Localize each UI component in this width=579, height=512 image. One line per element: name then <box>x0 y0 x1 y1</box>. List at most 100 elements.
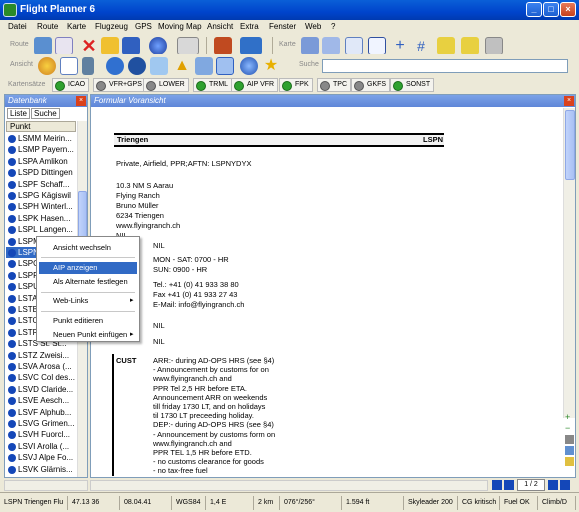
list-item[interactable]: LSVC Col des... <box>6 372 76 383</box>
crosshair-icon[interactable]: + <box>391 37 409 55</box>
print-icon[interactable] <box>177 37 199 55</box>
menu-ansicht[interactable]: Ansicht <box>207 22 233 31</box>
list-item[interactable]: LSVF Alphub... <box>6 407 76 418</box>
chart-chip-gkfs[interactable]: GKFS <box>351 78 391 92</box>
list-item[interactable]: LSVK Glärnis... <box>6 464 76 475</box>
menu-item-punkt-editieren[interactable]: Punkt editieren <box>39 315 137 327</box>
chart-chip-fpk[interactable]: FPK <box>279 78 313 92</box>
list-item[interactable]: LSPL Langen... <box>6 224 76 235</box>
list-item[interactable]: LSPG Kägiswil <box>6 190 76 201</box>
plane-route-icon[interactable] <box>195 57 213 75</box>
list-item[interactable]: LSMP Payern... <box>6 144 76 155</box>
chart-chip-tpc[interactable]: TPC <box>317 78 351 92</box>
list-item[interactable]: LSTZ Zweisi... <box>6 350 76 361</box>
list-item[interactable]: LSPK Hasen... <box>6 213 76 224</box>
export-icon[interactable] <box>214 37 232 55</box>
menu-datei[interactable]: Datei <box>8 22 27 31</box>
tab-liste[interactable]: Liste <box>7 108 30 119</box>
status-point: LSPN Triengen Flu <box>2 496 68 510</box>
form-scrollbar-thumb[interactable] <box>565 110 575 180</box>
web-globe-icon[interactable] <box>240 57 258 75</box>
save-icon[interactable] <box>122 37 140 55</box>
plane-icon[interactable] <box>34 37 52 55</box>
last-page-icon[interactable] <box>560 480 570 490</box>
menu-item-web-links[interactable]: Web-Links <box>39 295 137 307</box>
delete-icon[interactable]: ✕ <box>80 37 98 55</box>
menu-item-aip-anzeigen[interactable]: AIP anzeigen <box>39 262 137 274</box>
warning-icon[interactable]: ▲ <box>173 57 191 75</box>
search-input[interactable] <box>322 59 568 73</box>
sun-icon[interactable] <box>38 57 56 75</box>
chart-chip-lower[interactable]: LOWER <box>143 78 189 92</box>
list-item[interactable]: LSMM Meirin... <box>6 133 76 144</box>
list-item[interactable]: LSVH Fuorcl... <box>6 429 76 440</box>
print-preview-icon[interactable] <box>565 435 574 444</box>
camera-icon[interactable] <box>485 37 503 55</box>
menu-karte[interactable]: Karte <box>67 22 86 31</box>
chart-chip-icao[interactable]: ICAO <box>52 78 90 92</box>
add-waypoint-icon[interactable] <box>437 37 455 55</box>
list-item[interactable]: LSVI Arolla (... <box>6 441 76 452</box>
list-item[interactable]: LSPF Schaff... <box>6 179 76 190</box>
minimize-button[interactable]: _ <box>526 2 542 17</box>
star-icon[interactable]: ★ <box>262 57 280 75</box>
list-item[interactable]: LSVD Claride... <box>6 384 76 395</box>
chart-chip-sonst[interactable]: SONST <box>390 78 435 92</box>
globe-icon[interactable] <box>149 37 167 55</box>
zoom-in-icon[interactable]: + <box>565 413 574 422</box>
table-icon[interactable] <box>60 57 78 75</box>
layout-icon[interactable] <box>240 37 262 55</box>
next-page-icon[interactable] <box>548 480 558 490</box>
list-item[interactable]: LSVE Aesch... <box>6 395 76 406</box>
airfield-icon <box>8 283 16 292</box>
menu-flugzeug[interactable]: Flugzeug <box>95 22 128 31</box>
open-folder-icon[interactable] <box>101 37 119 55</box>
menu-fenster[interactable]: Fenster <box>269 22 296 31</box>
maximize-button[interactable]: □ <box>543 2 559 17</box>
route-list-icon[interactable] <box>55 37 73 55</box>
zoom-icon[interactable] <box>322 37 340 55</box>
first-page-icon[interactable] <box>492 480 502 490</box>
form-hscrollbar[interactable] <box>90 480 488 491</box>
menu-gps[interactable]: GPS <box>135 22 152 31</box>
database-hscrollbar[interactable] <box>4 480 88 491</box>
list-item[interactable]: LSPH Winterl... <box>6 201 76 212</box>
menu-extra[interactable]: Extra <box>240 22 259 31</box>
database-panel-title: Datenbank <box>5 95 87 107</box>
weather-icon[interactable] <box>150 57 168 75</box>
map-move-icon[interactable] <box>301 37 319 55</box>
menu-item-ansicht-wechseln[interactable]: Ansicht wechseln <box>39 242 137 254</box>
menu-moving-map[interactable]: Moving Map <box>158 22 202 31</box>
prev-page-icon[interactable] <box>504 480 514 490</box>
menu-help[interactable]: ? <box>331 22 335 31</box>
remove-waypoint-icon[interactable] <box>461 37 479 55</box>
list-item[interactable]: LSPA Amlikon <box>6 156 76 167</box>
list-item[interactable]: LSVA Arosa (... <box>6 361 76 372</box>
note-icon[interactable] <box>565 457 574 466</box>
grid-icon[interactable]: # <box>412 37 430 55</box>
form-preview-close-icon[interactable]: × <box>564 96 574 106</box>
tab-suche[interactable]: Suche <box>31 108 60 119</box>
clock-icon[interactable] <box>128 57 146 75</box>
list-item[interactable]: LSVG Grimen... <box>6 418 76 429</box>
chart-chip-vfr-gps[interactable]: VFR+GPS <box>93 78 146 92</box>
zoom-out-icon[interactable]: − <box>565 424 574 433</box>
device-icon[interactable] <box>82 57 94 75</box>
column-header-punkt[interactable]: Punkt <box>6 121 76 132</box>
chart-chip-aip-vfr[interactable]: AIP VFR <box>231 78 279 92</box>
list-item[interactable]: LSVJ Alpe Fo... <box>6 452 76 463</box>
map-view-icon[interactable] <box>216 57 234 75</box>
compass-icon[interactable] <box>106 57 124 75</box>
chart-chip-trml[interactable]: TRML <box>193 78 233 92</box>
route-tool-icon[interactable] <box>368 37 386 55</box>
menu-item-neuer-punkt[interactable]: Neuen Punkt einfügen <box>39 329 137 341</box>
copy-icon[interactable] <box>565 446 574 455</box>
menu-route[interactable]: Route <box>37 22 58 31</box>
form-scrollbar[interactable] <box>563 108 575 418</box>
menu-web[interactable]: Web <box>305 22 321 31</box>
database-panel-close-icon[interactable]: × <box>76 96 86 106</box>
menu-item-alternate[interactable]: Als Alternate festlegen <box>39 276 137 288</box>
map-cursor-icon[interactable] <box>345 37 363 55</box>
close-button[interactable]: × <box>560 2 576 17</box>
list-item[interactable]: LSPD Dittingen <box>6 167 76 178</box>
